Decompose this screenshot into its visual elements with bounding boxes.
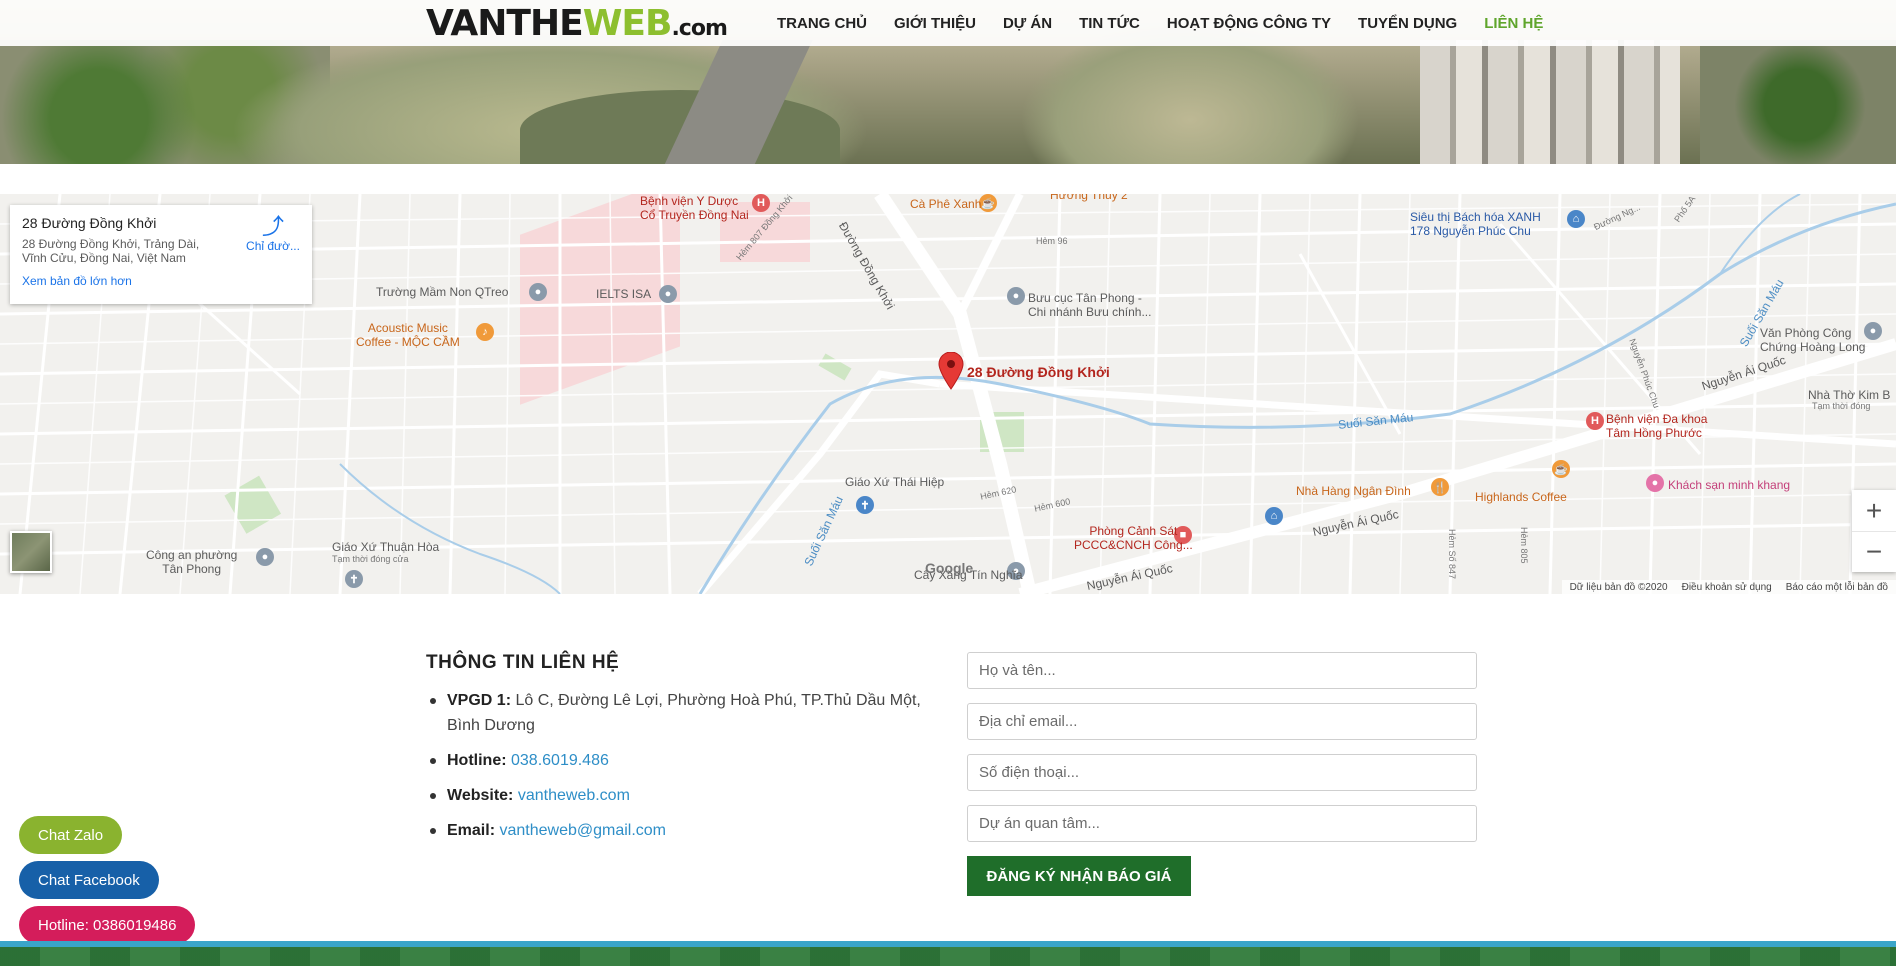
map-label-hem96: Hẻm 96 [1036, 236, 1068, 246]
school-icon-ielts[interactable]: ● [659, 285, 677, 303]
office-icon[interactable]: ● [1864, 322, 1882, 340]
shop-icon[interactable]: ⌂ [1265, 507, 1283, 525]
map-label-giao-xu-thuan-hoa: Giáo Xứ Thuận Hòa [332, 540, 440, 554]
directions-button[interactable]: ⤴ Chỉ đườ... [238, 214, 308, 254]
vpgd-address: Lô C, Đường Lê Lợi, Phường Hoà Phú, TP.T… [447, 692, 921, 734]
contact-info-list: VPGD 1: Lô C, Đường Lê Lợi, Phường Hoà P… [426, 688, 946, 853]
school-icon[interactable]: ● [529, 283, 547, 301]
email-field[interactable] [967, 703, 1477, 740]
register-quote-button[interactable]: ĐĂNG KÝ NHẬN BÁO GIÁ [967, 856, 1191, 896]
footer-strip [0, 941, 1896, 966]
project-field[interactable] [967, 805, 1477, 842]
map-label-hem847: Hẻm Số 847 [1447, 529, 1457, 580]
map-label-nha-hang: Nhà Hàng Ngân Đình [1296, 484, 1411, 498]
list-item: Website: vantheweb.com [426, 783, 946, 808]
logo-part-com: .com [671, 16, 727, 41]
map-label-mam-non: Trường Mầm Non QTreo [376, 285, 509, 299]
hospital-icon-2[interactable]: H [1586, 412, 1604, 430]
nav-tuyen-dung[interactable]: TUYỂN DỤNG [1358, 15, 1457, 32]
contact-heading: THÔNG TIN LIÊN HỆ [426, 652, 620, 673]
zoom-controls: + − [1852, 490, 1896, 572]
map-label-hem805: Hẻm 805 [1519, 527, 1529, 564]
map-label-highlands: Highlands Coffee [1475, 490, 1567, 504]
email-label: Email: [447, 822, 496, 839]
website-link[interactable]: vantheweb.com [518, 787, 630, 804]
report-error-link[interactable]: Báo cáo một lỗi bản đồ [1786, 582, 1888, 593]
hotline-link[interactable]: 038.6019.486 [511, 752, 609, 769]
church-icon-2[interactable]: ✝ [345, 570, 363, 588]
map-data-credit: Dữ liệu bản đồ ©2020 [1569, 581, 1668, 593]
map-attribution: Dữ liệu bản đồ ©2020 Điều khoản sử dụng … [1561, 580, 1896, 594]
chat-zalo-button[interactable]: Chat Zalo [19, 816, 123, 854]
police-icon[interactable]: ● [256, 548, 274, 566]
hotline-button[interactable]: Hotline: 0386019486 [19, 906, 196, 944]
map-label-giao-xu-thai-hiep: Giáo Xứ Thái Hiệp [845, 475, 945, 489]
nav-gioi-thieu[interactable]: GIỚI THIỆU [894, 15, 976, 32]
zoom-out-icon[interactable]: − [1852, 531, 1896, 572]
zoom-in-icon[interactable]: + [1852, 490, 1896, 531]
map-label-hospital-yd: Bệnh viện Y Dược Cổ Truyền Đồng Nai [640, 194, 749, 222]
marker-label: 28 Đường Đồng Khởi [967, 364, 1110, 380]
highlands-cafe-icon[interactable]: ☕ [1552, 460, 1570, 478]
view-larger-map-link[interactable]: Xem bản đồ lớn hơn [22, 274, 132, 288]
info-card-address: 28 Đường Đồng Khởi, Trảng Dài, Vĩnh Cửu,… [22, 237, 200, 265]
terms-link[interactable]: Điều khoản sử dụng [1682, 582, 1772, 593]
list-item: Hotline: 038.6019.486 [426, 748, 946, 773]
hospital-icon[interactable]: H [752, 194, 770, 212]
restaurant-icon[interactable]: 🍴 [1431, 478, 1449, 496]
cafe-icon[interactable]: ☕ [979, 194, 997, 212]
list-item: Email: vantheweb@gmail.com [426, 818, 946, 843]
quote-form: ĐĂNG KÝ NHẬN BÁO GIÁ [967, 652, 1477, 896]
top-navbar: VANTHEWEB.com TRANG CHỦ GIỚI THIỆU DỰ ÁN… [0, 0, 1896, 46]
list-item: VPGD 1: Lô C, Đường Lê Lợi, Phường Hoà P… [426, 688, 946, 738]
shopping-icon[interactable]: ⌂ [1567, 210, 1585, 228]
church-icon[interactable]: ✝ [856, 496, 874, 514]
map-label-acoustic: Acoustic Music Coffee - MỘC CẦM [356, 321, 460, 349]
map-label-cong-an: Công an phường Tân Phong [146, 548, 238, 576]
hotel-icon[interactable]: ● [1646, 474, 1664, 492]
phone-field[interactable] [967, 754, 1477, 791]
map-label-benh-vien-dk: Bệnh viện Đa khoa Tâm Hồng Phước [1606, 412, 1708, 440]
map-label-huong-thuy: Hương Thủy 2 [1050, 194, 1128, 202]
site-logo[interactable]: VANTHEWEB.com [426, 3, 728, 44]
directions-label: Chỉ đườ... [246, 239, 300, 253]
logo-part-web: WEB [582, 3, 673, 44]
map-label-buu-cuc: Bưu cục Tân Phong - Chi nhánh Bưu chính.… [1028, 291, 1152, 319]
nav-trang-chu[interactable]: TRANG CHỦ [777, 15, 867, 32]
map-label-nha-tho: Nhà Thờ Kim B [1808, 388, 1891, 402]
hero-buildings [1420, 40, 1680, 164]
location-pin-icon[interactable] [938, 352, 964, 390]
map-label-khach-san: Khách sạn minh khang [1668, 478, 1791, 492]
music-cafe-icon[interactable]: ♪ [476, 323, 494, 341]
email-link[interactable]: vantheweb@gmail.com [499, 822, 666, 839]
main-nav: TRANG CHỦ GIỚI THIỆU DỰ ÁN TIN TỨC HOẠT … [777, 0, 1570, 46]
satellite-toggle[interactable] [10, 531, 52, 573]
google-map[interactable]: H ☕ ⌂ ● ● ● ♪ ● H ☕ 🍴 ● ✝ ⌂ ■ ● ✝ ● 28 Đ… [0, 194, 1896, 594]
map-label-ielts: IELTS ISA [596, 287, 652, 301]
vpgd-label: VPGD 1: [447, 692, 512, 709]
chat-facebook-button[interactable]: Chat Facebook [19, 861, 159, 899]
logo-part-vanthe: VANTHE [426, 3, 584, 44]
website-label: Website: [447, 787, 514, 804]
map-label-van-phong: Văn Phòng Công Chứng Hoàng Long [1760, 326, 1866, 354]
directions-icon: ⤴ [261, 214, 284, 239]
nav-hoat-dong-cong-ty[interactable]: HOẠT ĐỘNG CÔNG TY [1167, 15, 1331, 32]
post-office-icon[interactable]: ● [1007, 287, 1025, 305]
nav-du-an[interactable]: DỰ ÁN [1003, 15, 1052, 32]
hero-trees-right [1700, 40, 1896, 164]
map-label-cafe-xanh: Cà Phê Xanh [910, 197, 982, 211]
nav-lien-he[interactable]: LIÊN HỆ [1484, 15, 1543, 32]
google-logo: Google [925, 560, 974, 576]
map-info-card: 28 Đường Đồng Khởi 28 Đường Đồng Khởi, T… [10, 205, 312, 304]
map-label-tam-thoi-dong-cua: Tạm thời đóng cửa [332, 554, 409, 564]
name-field[interactable] [967, 652, 1477, 689]
map-label-phong-canh-sat: Phòng Cảnh Sát PCCC&CNCH Công... [1074, 524, 1193, 552]
hotline-label: Hotline: [447, 752, 507, 769]
map-label-tam-thoi: Tạm thời đóng [1812, 401, 1871, 411]
map-label-bach-hoa: Siêu thị Bách hóa XANH 178 Nguyễn Phúc C… [1410, 210, 1541, 238]
nav-tin-tuc[interactable]: TIN TỨC [1079, 15, 1140, 32]
